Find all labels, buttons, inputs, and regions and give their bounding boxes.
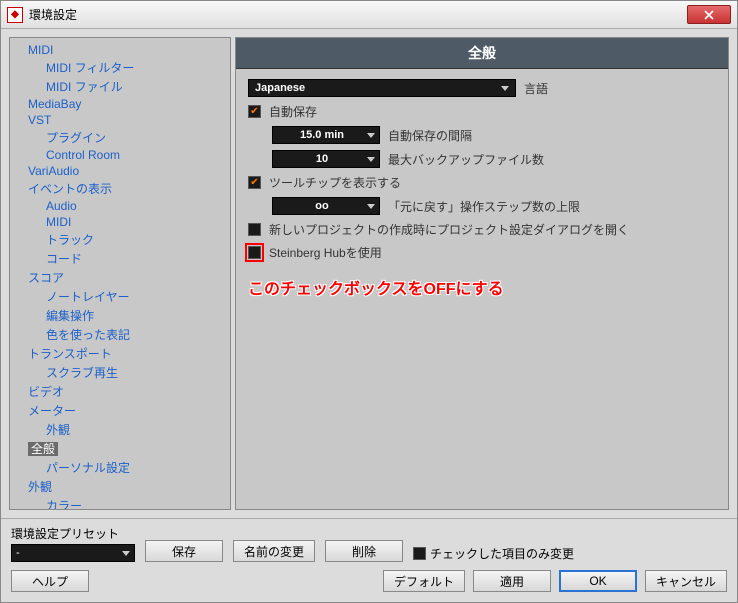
tree-item[interactable]: 外観 [46, 420, 228, 439]
tree-item[interactable]: Audio [46, 198, 228, 214]
close-button[interactable] [687, 5, 731, 24]
tree-item[interactable]: メーター [28, 401, 228, 420]
tree-item[interactable]: プラグイン [46, 128, 228, 147]
tree-item[interactable]: Control Room [46, 147, 228, 163]
tree-item[interactable]: MIDI ファイル [46, 77, 228, 96]
tree-item[interactable]: MIDI [28, 42, 228, 58]
tree-item[interactable]: ビデオ [28, 382, 228, 401]
panel-header: 全般 [236, 38, 728, 69]
window-title: 環境設定 [29, 6, 687, 23]
tree-item[interactable]: コード [46, 249, 228, 268]
undo-steps-field[interactable]: oo [272, 197, 380, 215]
tree-item[interactable]: トランスポート [28, 344, 228, 363]
tree-item[interactable]: VST [28, 112, 228, 128]
chevron-down-icon [122, 551, 130, 556]
autosave-checkbox[interactable] [248, 105, 261, 118]
save-preset-button[interactable]: 保存 [145, 540, 223, 562]
chevron-down-icon [367, 133, 375, 138]
tree-item[interactable]: 編集操作 [46, 306, 228, 325]
tree-item[interactable]: ノートレイヤー [46, 287, 228, 306]
tooltips-label: ツールチップを表示する [269, 174, 401, 191]
preferences-window: ◆ 環境設定 MIDIMIDI フィルターMIDI ファイルMediaBayVS… [0, 0, 738, 603]
max-backup-field[interactable]: 10 [272, 150, 380, 168]
chevron-down-icon [367, 204, 375, 209]
cancel-button[interactable]: キャンセル [645, 570, 727, 592]
tree-item[interactable]: MIDI フィルター [46, 58, 228, 77]
footer: 環境設定プリセット - 保存 名前の変更 削除 チェックした項目のみ変更 ヘルプ… [1, 518, 737, 602]
language-select[interactable]: Japanese [248, 79, 516, 97]
tree-item[interactable]: 外観 [28, 477, 228, 496]
ok-button[interactable]: OK [559, 570, 637, 592]
tree-item[interactable]: MIDI [46, 214, 228, 230]
steinberg-hub-checkbox[interactable] [248, 246, 261, 259]
category-tree[interactable]: MIDIMIDI フィルターMIDI ファイルMediaBayVSTプラグインC… [9, 37, 231, 510]
language-label: 言語 [524, 80, 548, 97]
chevron-down-icon [367, 157, 375, 162]
tree-item[interactable]: 全般 [28, 439, 228, 458]
undo-steps-label: 「元に戻す」操作ステップ数の上限 [388, 198, 580, 215]
language-value: Japanese [255, 82, 305, 94]
annotation-text: このチェックボックスをOFFにする [248, 275, 716, 299]
only-checked-checkbox[interactable] [413, 547, 426, 560]
tree-item[interactable]: イベントの表示 [28, 179, 228, 198]
close-icon [704, 10, 714, 20]
default-button[interactable]: デフォルト [383, 570, 465, 592]
preset-select[interactable]: - [11, 544, 135, 562]
project-dialog-label: 新しいプロジェクトの作成時にプロジェクト設定ダイアログを開く [269, 221, 629, 238]
tree-item[interactable]: VariAudio [28, 163, 228, 179]
help-button[interactable]: ヘルプ [11, 570, 89, 592]
settings-panel: 全般 Japanese 言語 自動保存 15.0 min [235, 37, 729, 510]
tree-item[interactable]: パーソナル設定 [46, 458, 228, 477]
tooltips-checkbox[interactable] [248, 176, 261, 189]
apply-button[interactable]: 適用 [473, 570, 551, 592]
autosave-label: 自動保存 [269, 103, 317, 120]
tree-item[interactable]: トラック [46, 230, 228, 249]
app-icon: ◆ [7, 7, 23, 23]
delete-preset-button[interactable]: 削除 [325, 540, 403, 562]
rename-preset-button[interactable]: 名前の変更 [233, 540, 315, 562]
preset-label: 環境設定プリセット [11, 525, 135, 542]
autosave-interval-field[interactable]: 15.0 min [272, 126, 380, 144]
tree-item[interactable]: カラー [46, 496, 228, 510]
max-backup-label: 最大バックアップファイル数 [388, 151, 544, 168]
steinberg-hub-label: Steinberg Hubを使用 [269, 244, 382, 261]
tree-item[interactable]: MediaBay [28, 96, 228, 112]
project-dialog-checkbox[interactable] [248, 223, 261, 236]
tree-item[interactable]: スクラブ再生 [46, 363, 228, 382]
chevron-down-icon [501, 86, 509, 91]
autosave-interval-label: 自動保存の間隔 [388, 127, 472, 144]
titlebar: ◆ 環境設定 [1, 1, 737, 29]
only-checked-label: チェックした項目のみ変更 [430, 545, 574, 562]
tree-item[interactable]: 色を使った表記 [46, 325, 228, 344]
tree-item[interactable]: スコア [28, 268, 228, 287]
